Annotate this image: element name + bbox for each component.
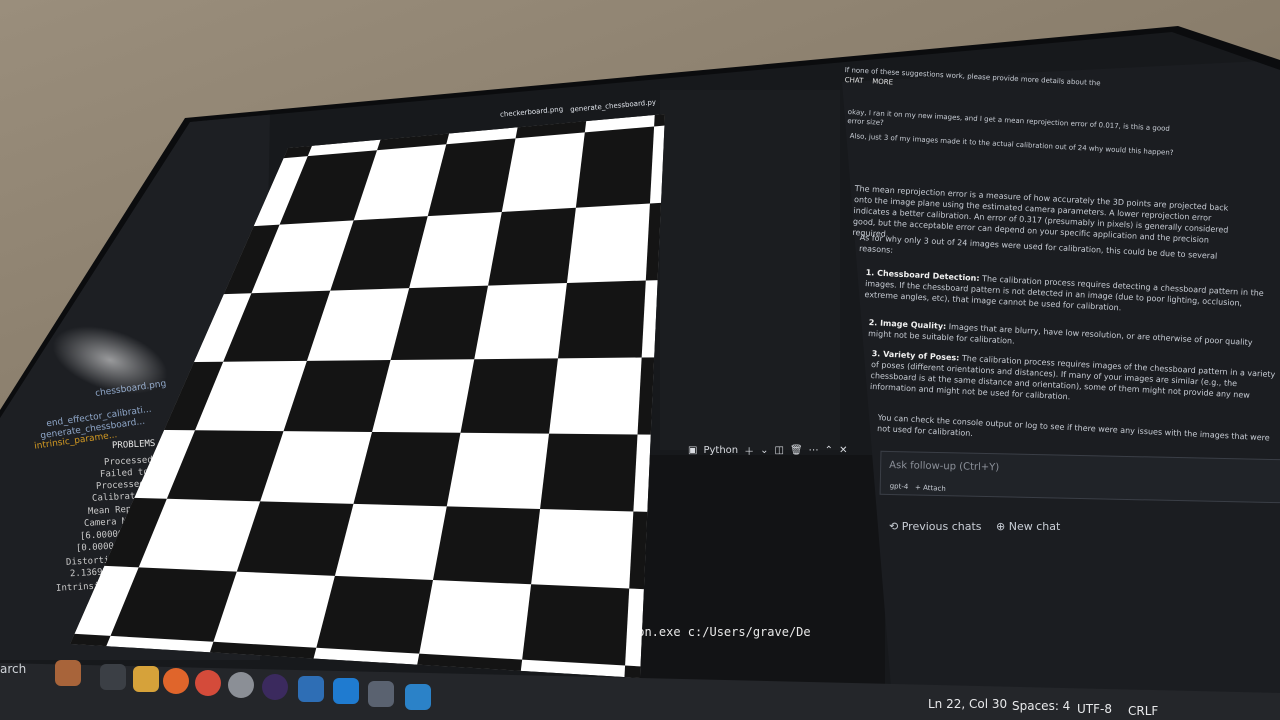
weather-icon[interactable] (55, 660, 81, 686)
status-position[interactable]: Ln 22, Col 30 (928, 697, 1007, 711)
chessboard-square (522, 584, 630, 666)
attach-button[interactable]: + Attach (915, 483, 946, 493)
vscode-icon[interactable] (333, 678, 359, 704)
chessboard-square (575, 126, 655, 208)
split-terminal-icon[interactable]: ◫ (775, 445, 784, 456)
previous-chats-label: Previous chats (901, 520, 982, 533)
close-icon[interactable]: ✕ (839, 445, 847, 456)
chessboard-square (620, 665, 665, 678)
add-terminal-icon[interactable]: ＋ (744, 443, 754, 458)
chessboard-square (557, 280, 646, 359)
chessboard-square (540, 433, 638, 512)
camera-icon[interactable] (405, 684, 431, 710)
photos-icon[interactable] (368, 681, 394, 707)
python-icon: ▣ (688, 444, 698, 456)
followup-placeholder: Ask follow-up (Ctrl+Y) (889, 459, 1000, 474)
status-spaces[interactable]: Spaces: 4 (1012, 699, 1070, 713)
previous-chats-button[interactable]: ⟲ Previous chats (889, 520, 982, 533)
chevron-down-icon[interactable]: ⌄ (760, 445, 768, 456)
chessboard-square (316, 575, 434, 654)
new-chat-label: New chat (1008, 520, 1061, 533)
terminal-profile[interactable]: Python (703, 445, 738, 456)
media-player-icon[interactable] (262, 674, 288, 700)
settings-icon[interactable] (228, 672, 254, 698)
status-eol[interactable]: CRLF (1128, 704, 1158, 718)
history-icon: ⟲ (889, 520, 899, 533)
file-explorer-icon[interactable] (133, 666, 159, 692)
maximize-icon[interactable]: ⌃ (825, 445, 833, 456)
status-encoding[interactable]: UTF-8 (1077, 702, 1112, 716)
firefox-icon[interactable] (163, 668, 189, 694)
task-view-icon[interactable] (100, 664, 126, 690)
terminal-panel[interactable] (630, 455, 885, 685)
chrome-icon[interactable] (195, 670, 221, 696)
python-app-icon[interactable] (298, 676, 324, 702)
chessboard-square (488, 207, 576, 286)
editor-area (660, 90, 840, 450)
chessboard-square (460, 358, 558, 434)
chessboard-square (433, 506, 541, 585)
trash-icon[interactable]: 🗑 (790, 445, 803, 456)
more-icon[interactable]: ⋯ (809, 445, 819, 456)
taskbar-search[interactable]: arch (0, 662, 26, 676)
terminal-toolbar: ▣ Python ＋ ⌄ ◫ 🗑 ⋯ ⌃ ✕ (688, 440, 860, 460)
plus-circle-icon: ⊕ (996, 520, 1006, 533)
chessboard-square (637, 356, 665, 436)
model-name[interactable]: gpt-4 (889, 482, 908, 491)
chessboard-square (654, 114, 665, 127)
chessboard-square (629, 511, 665, 593)
chessboard-square (353, 431, 461, 507)
new-chat-button[interactable]: ⊕ New chat (996, 520, 1060, 533)
